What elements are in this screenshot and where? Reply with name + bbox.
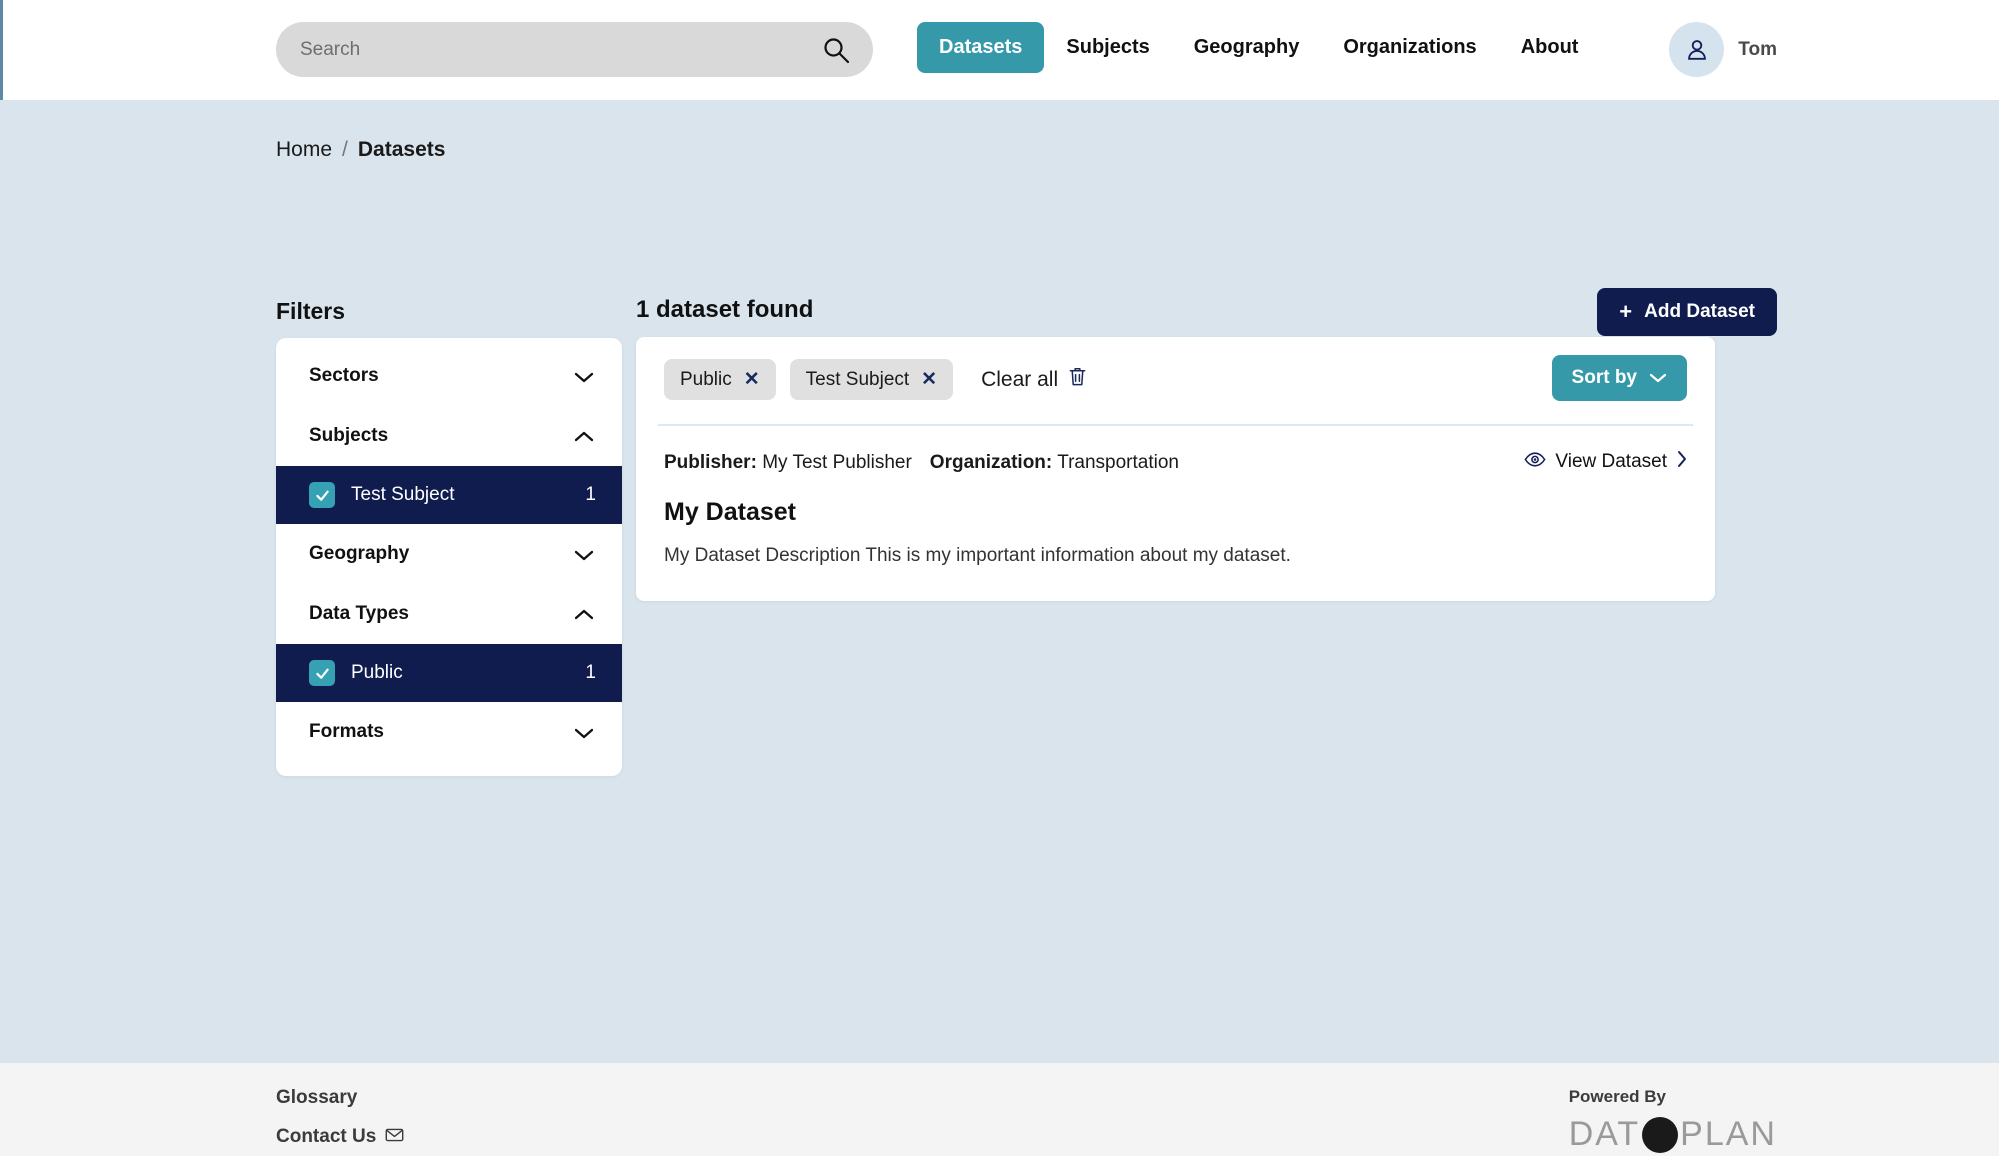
powered-by-block: Powered By DAT PLAN <box>1569 1087 1777 1154</box>
nav-item-subjects[interactable]: Subjects <box>1044 22 1171 73</box>
filter-group-data-types[interactable]: Data Types <box>276 584 622 644</box>
filter-group-label: Sectors <box>309 365 379 386</box>
chevron-right-icon <box>1676 450 1687 474</box>
filter-option-label: Public <box>351 662 403 683</box>
filters-title: Filters <box>276 298 346 324</box>
powered-by-label: Powered By <box>1568 1087 1666 1106</box>
search-icon[interactable] <box>821 35 851 65</box>
app-header: Datasets Subjects Geography Organization… <box>0 0 1999 100</box>
add-dataset-button[interactable]: + Add Dataset <box>1597 288 1777 336</box>
breadcrumb-home[interactable]: Home <box>276 138 332 162</box>
chevron-down-icon <box>1649 367 1667 389</box>
main-nav: Datasets Subjects Geography Organization… <box>917 22 1600 73</box>
nav-item-geography[interactable]: Geography <box>1172 22 1322 73</box>
clear-all-button[interactable]: Clear all <box>981 366 1087 393</box>
filter-option-count: 1 <box>585 662 596 683</box>
logo-globe-icon <box>1642 1116 1679 1153</box>
filter-option-public[interactable]: Public 1 <box>276 644 622 702</box>
result-count: 1 dataset found <box>636 296 814 323</box>
filter-option-label: Test Subject <box>351 484 455 505</box>
dataset-title[interactable]: My Dataset <box>664 498 1687 527</box>
organization-key: Organization: <box>929 452 1053 473</box>
filter-option-test-subject[interactable]: Test Subject 1 <box>276 466 622 524</box>
organization-value: Transportation <box>1057 452 1179 473</box>
checkbox-checked-icon[interactable] <box>309 660 335 686</box>
filters-panel: Sectors Subjects Test Subject 1 Geograph… <box>276 338 622 776</box>
filter-group-label: Subjects <box>309 425 389 446</box>
filter-group-geography[interactable]: Geography <box>276 524 622 584</box>
breadcrumb: Home / Datasets <box>276 138 445 162</box>
results-panel: Public ✕ Test Subject ✕ Clear all Sort b… <box>636 337 1715 601</box>
breadcrumb-separator: / <box>342 138 348 161</box>
datoplan-logo: DAT PLAN <box>1569 1115 1777 1154</box>
add-dataset-label: Add Dataset <box>1644 301 1755 322</box>
avatar[interactable] <box>1669 22 1725 77</box>
footer-link-contact-us[interactable]: Contact Us <box>276 1126 404 1148</box>
dataset-description: My Dataset Description This is my import… <box>664 545 1291 566</box>
publisher-key: Publisher: <box>664 452 757 473</box>
footer-link-glossary[interactable]: Glossary <box>276 1087 357 1109</box>
filter-chip-public[interactable]: Public ✕ <box>664 359 776 400</box>
logo-text-right: PLAN <box>1680 1115 1777 1153</box>
close-icon[interactable]: ✕ <box>921 368 937 391</box>
chevron-up-icon[interactable] <box>574 608 594 620</box>
filter-chip-label: Test Subject <box>805 368 910 390</box>
sort-by-button[interactable]: Sort by <box>1551 355 1687 401</box>
chevron-up-icon[interactable] <box>574 430 594 442</box>
header-left-accent-rule <box>0 0 3 100</box>
glossary-label: Glossary <box>276 1087 358 1108</box>
trash-icon[interactable] <box>1068 366 1087 393</box>
view-dataset-link[interactable]: View Dataset <box>1524 450 1687 474</box>
close-icon[interactable]: ✕ <box>744 368 760 391</box>
filter-group-label: Data Types <box>309 603 409 624</box>
search-box[interactable] <box>276 22 873 77</box>
filter-option-count: 1 <box>585 484 596 505</box>
filter-chip-label: Public <box>680 368 732 390</box>
nav-item-organizations[interactable]: Organizations <box>1321 22 1498 73</box>
mail-icon <box>385 1126 404 1148</box>
clear-all-label: Clear all <box>981 367 1059 391</box>
dataset-result-row[interactable]: Publisher: My Test Publisher Organizatio… <box>636 426 1715 601</box>
nav-item-about[interactable]: About <box>1499 22 1601 73</box>
breadcrumb-current: Datasets <box>357 138 446 161</box>
view-dataset-label: View Dataset <box>1555 451 1667 472</box>
chevron-down-icon[interactable] <box>574 370 594 383</box>
checkbox-checked-icon[interactable] <box>309 482 335 508</box>
filter-group-label: Formats <box>309 721 384 742</box>
filter-group-subjects[interactable]: Subjects <box>276 406 622 466</box>
search-input[interactable] <box>300 38 821 61</box>
user-name: Tom <box>1738 38 1777 60</box>
filter-group-label: Geography <box>309 543 410 564</box>
plus-icon: + <box>1619 299 1633 324</box>
app-footer: Glossary Contact Us Powered By DAT PLAN <box>0 1063 1999 1156</box>
filter-chip-test-subject[interactable]: Test Subject ✕ <box>789 359 954 400</box>
user-menu[interactable]: Tom <box>1669 22 1777 77</box>
logo-text-left: DAT <box>1568 1115 1641 1153</box>
sort-by-label: Sort by <box>1571 367 1637 388</box>
page-body: Home / Datasets Filters Sectors Subjects… <box>0 100 1999 1063</box>
contact-us-label: Contact Us <box>276 1126 377 1147</box>
nav-item-datasets[interactable]: Datasets <box>917 22 1045 73</box>
chevron-down-icon[interactable] <box>574 548 594 561</box>
active-filters-row: Public ✕ Test Subject ✕ Clear all Sort b… <box>636 337 1715 424</box>
filter-group-sectors[interactable]: Sectors <box>276 346 622 406</box>
filter-group-formats[interactable]: Formats <box>276 702 622 762</box>
chevron-down-icon[interactable] <box>574 726 594 739</box>
publisher-value: My Test Publisher <box>762 452 912 473</box>
eye-icon <box>1524 451 1546 473</box>
